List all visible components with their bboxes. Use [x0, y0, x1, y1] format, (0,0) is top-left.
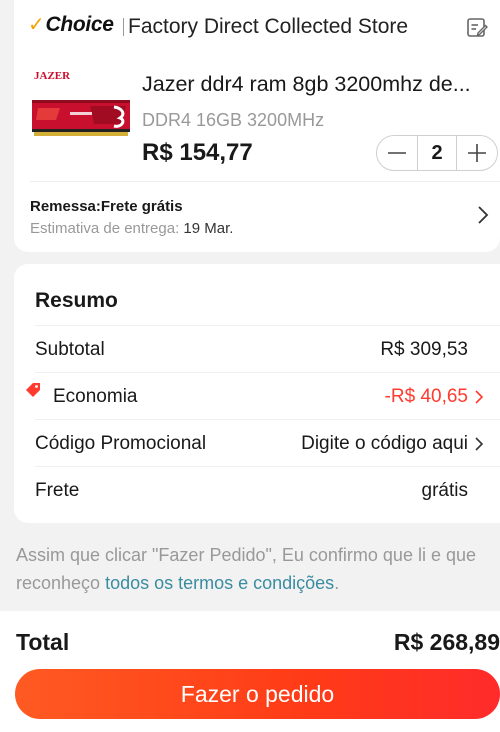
savings-row[interactable]: Economia -R$ 40,65	[35, 372, 500, 419]
checkout-bar: Total R$ 268,89 Fazer o pedido	[0, 611, 500, 732]
total-label: Total	[16, 629, 70, 655]
minus-icon[interactable]	[377, 136, 417, 170]
chevron-right-icon[interactable]	[474, 389, 484, 405]
quantity-stepper: 2	[376, 135, 498, 171]
store-name[interactable]: Factory Direct Collected Store	[128, 15, 408, 39]
product-variant[interactable]: DDR4 16GB 3200MHz	[142, 110, 324, 131]
summary-title: Resumo	[35, 289, 118, 312]
header-separator	[123, 18, 124, 36]
edit-icon[interactable]	[466, 16, 488, 38]
shipping-label: Frete	[35, 480, 80, 501]
ram-image: JAZER	[30, 62, 134, 166]
product-title[interactable]: Jazer ddr4 ram 8gb 3200mhz de...	[142, 72, 500, 97]
store-header[interactable]: ✓Choice Factory Direct Collected Store	[14, 0, 500, 52]
promo-code-row[interactable]: Código Promocional Digite o código aqui	[35, 419, 500, 466]
shipping-title[interactable]: Remessa:Frete grátis	[30, 198, 183, 215]
subtotal-label: Subtotal	[35, 339, 105, 360]
subtotal-row: Subtotal R$ 309,53	[35, 325, 500, 372]
shipping-value: grátis	[421, 480, 468, 501]
savings-value: -R$ 40,65	[384, 386, 468, 407]
savings-label: Economia	[53, 386, 138, 407]
delivery-date: 19 Mar.	[183, 220, 234, 237]
promo-code-label: Código Promocional	[35, 433, 207, 454]
place-order-button[interactable]: Fazer o pedido	[15, 669, 500, 719]
divider	[30, 181, 500, 182]
brand-logo: JAZER	[34, 70, 71, 82]
chevron-right-icon[interactable]	[474, 436, 484, 452]
plus-icon[interactable]	[457, 136, 497, 170]
product-price: R$ 154,77	[142, 139, 253, 166]
product-thumbnail[interactable]: JAZER	[30, 62, 134, 166]
terms-link[interactable]: todos os termos e condições	[105, 573, 334, 593]
choice-check-icon: ✓	[28, 14, 45, 36]
summary-card: Resumo Subtotal R$ 309,53 Economia -R$ 4…	[14, 264, 500, 523]
quantity-value[interactable]: 2	[417, 136, 457, 170]
terms-notice: Assim que clicar "Fazer Pedido", Eu conf…	[16, 545, 476, 593]
total-value: R$ 268,89	[393, 629, 500, 655]
promo-code-input[interactable]: Digite o código aqui	[301, 433, 468, 455]
shipping-row: Frete grátis	[35, 466, 500, 513]
store-card: ✓Choice Factory Direct Collected Store J…	[14, 0, 500, 252]
choice-badge: ✓Choice	[28, 13, 114, 36]
subtotal-value: R$ 309,53	[380, 339, 468, 360]
chevron-right-icon[interactable]	[476, 204, 490, 226]
delivery-estimate: Estimativa de entrega: 19 Mar.	[30, 220, 234, 237]
